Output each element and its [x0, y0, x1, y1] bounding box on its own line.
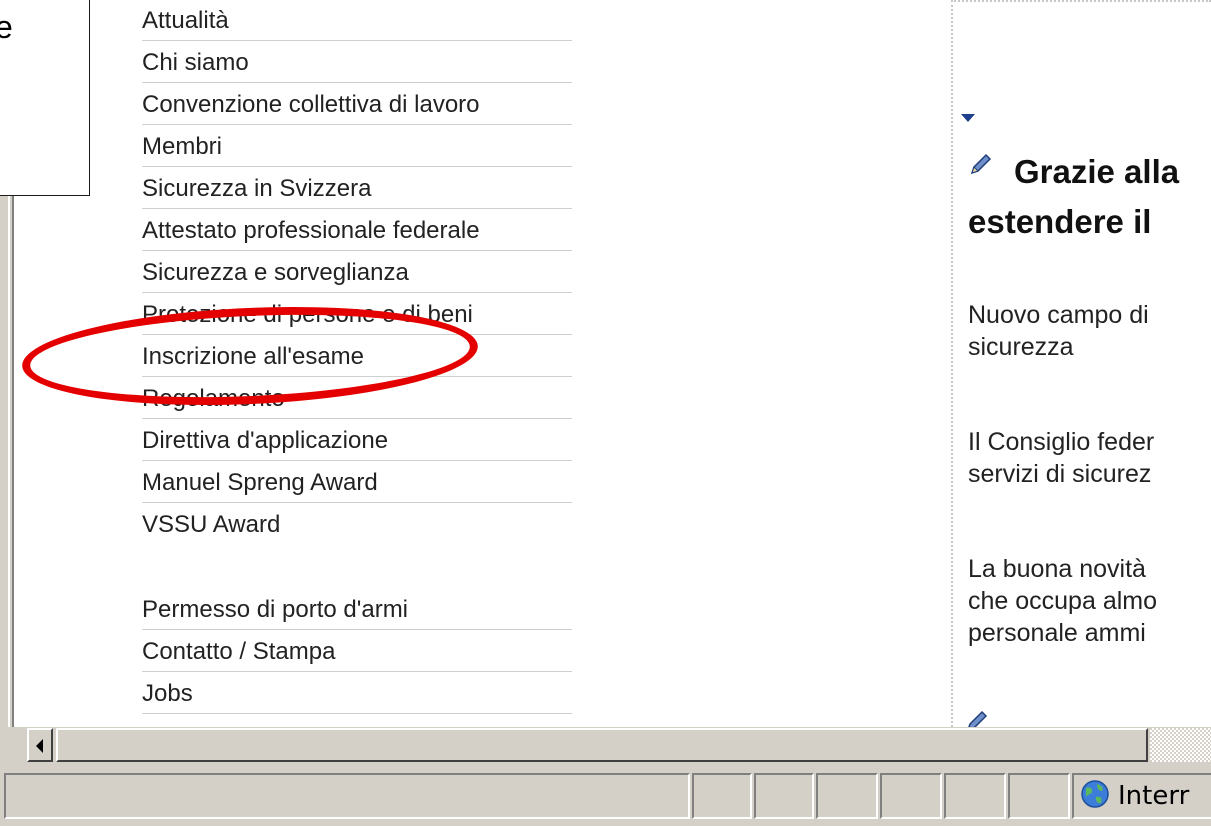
- triangle-down-icon[interactable]: [961, 114, 975, 122]
- horizontal-scrollbar[interactable]: [0, 727, 1211, 767]
- paragraph-2: Il Consiglio feder servizi di sicurez: [968, 426, 1154, 490]
- status-segment: [692, 773, 752, 819]
- nav-item-attestato[interactable]: Attestato professionale federale: [142, 210, 572, 251]
- paragraph-line: sicurezza: [968, 333, 1074, 361]
- nav-item-sicurezza-sorveglianza[interactable]: Sicurezza e sorveglianza: [142, 252, 572, 293]
- nav-item-convenzione[interactable]: Convenzione collettiva di lavoro: [142, 84, 572, 125]
- headline-line-1: Grazie alla: [1014, 153, 1180, 190]
- nav-item-protezione[interactable]: Protezione di persone e di beni: [142, 294, 572, 335]
- paragraph-line: Nuovo campo di: [968, 301, 1149, 329]
- callout-text-line: l: [0, 107, 2, 139]
- article-headline: Grazie alla estendere il: [968, 147, 1179, 247]
- nav-item-spreng-award[interactable]: Manuel Spreng Award: [142, 462, 572, 503]
- paragraph-line: La buona novità: [968, 555, 1146, 583]
- paragraph-line: Il Consiglio feder: [968, 428, 1155, 456]
- scrollbar-track[interactable]: [1150, 728, 1211, 762]
- status-text-segment: [4, 773, 690, 819]
- scrollbar-thumb[interactable]: [56, 728, 1148, 762]
- nav-item-contatto[interactable]: Contatto / Stampa: [142, 631, 572, 672]
- nav-item-jobs[interactable]: Jobs: [142, 673, 572, 714]
- paragraph-line: personale ammi: [968, 619, 1146, 647]
- nav-item-membri[interactable]: Membri: [142, 126, 572, 167]
- globe-icon: [1081, 780, 1109, 808]
- nav-item-vssu-award[interactable]: VSSU Award: [142, 504, 572, 545]
- nav-item-sicurezza-svizzera[interactable]: Sicurezza in Svizzera: [142, 168, 572, 209]
- browser-page: e l Attualità Chi siamo Convenzione coll…: [0, 0, 1211, 735]
- annotation-callout-box: e l: [0, 0, 90, 196]
- paragraph-3: La buona novità che occupa almo personal…: [968, 553, 1157, 649]
- paragraph-line: che occupa almo: [968, 587, 1158, 615]
- paragraph-1: Nuovo campo di sicurezza: [968, 299, 1149, 363]
- status-segment: [1008, 773, 1070, 819]
- status-segment: [754, 773, 814, 819]
- status-segment: [816, 773, 878, 819]
- paragraph-line: servizi di sicurez: [968, 460, 1152, 488]
- headline-line-2: estendere il: [968, 203, 1152, 240]
- security-zone-segment[interactable]: Interr: [1072, 773, 1211, 819]
- status-bar: Interr: [0, 767, 1211, 826]
- nav-item-porto-armi[interactable]: Permesso di porto d'armi: [142, 589, 572, 630]
- status-segment: [880, 773, 942, 819]
- nav-item-inscrizione-esame[interactable]: Inscrizione all'esame: [142, 336, 572, 377]
- nav-item-chi-siamo[interactable]: Chi siamo: [142, 42, 572, 83]
- status-segment: [944, 773, 1006, 819]
- nav-item-regolamento[interactable]: Regolamento: [142, 378, 572, 419]
- callout-text-line: e: [0, 11, 13, 43]
- nav-item-attualita[interactable]: Attualità: [142, 0, 572, 41]
- scroll-left-arrow-icon[interactable]: [27, 728, 53, 762]
- nav-item-direttiva[interactable]: Direttiva d'applicazione: [142, 420, 572, 461]
- content-panel: Grazie alla estendere il Nuovo campo di …: [951, 0, 1211, 735]
- security-zone-label: Interr: [1118, 781, 1190, 811]
